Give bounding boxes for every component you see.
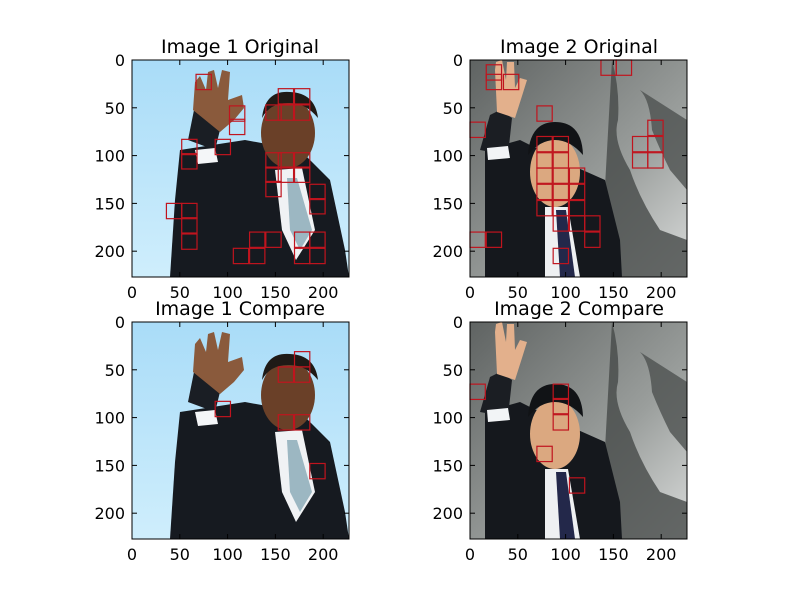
x-tick-label: 150 (260, 545, 291, 564)
photo-abe (470, 322, 687, 539)
x-tick-label: 0 (465, 283, 475, 302)
figure: Image 1 Original 0 50 100 150 200 0 50 100 150 2… (94, 36, 688, 564)
y-tick-label: 100 (432, 147, 463, 166)
x-tick-label: 150 (598, 545, 629, 564)
panel-title: Image 2 Compare (494, 298, 664, 320)
y-tick-label: 150 (432, 194, 463, 213)
y-tick-label: 50 (105, 99, 125, 118)
x-tick-label: 100 (550, 545, 581, 564)
y-tick-label: 200 (432, 242, 463, 261)
y-tick-label: 100 (94, 409, 125, 428)
photo-obama (132, 322, 349, 539)
y-tick-label: 150 (94, 194, 125, 213)
panel-image-2-original: Image 2 Original 0 50 100 150 200 0501001502… (432, 36, 688, 302)
y-tick-label: 0 (115, 51, 125, 70)
y-tick-label: 200 (94, 242, 125, 261)
panel-title: Image 2 Original (500, 36, 658, 58)
y-tick-label: 150 (432, 456, 463, 475)
y-tick-label: 50 (105, 361, 125, 380)
panel-image-2-compare: Image 2 Compare 0 50 100 150 200 0 50 100 150 20… (432, 298, 688, 564)
panel-title: Image 1 Compare (155, 298, 325, 320)
panel-image-1-compare: Image 1 Compare 0 50 100 150 200 0 50 100 150 20… (94, 298, 350, 564)
x-tick-label: 200 (308, 545, 339, 564)
x-tick-label: 100 (212, 545, 243, 564)
y-tick-label: 50 (443, 361, 463, 380)
x-tick-label: 0 (465, 545, 475, 564)
photo-obama (132, 60, 349, 277)
y-tick-label: 100 (94, 147, 125, 166)
y-tick-label: 150 (94, 456, 125, 475)
x-tick-label: 50 (170, 545, 190, 564)
x-tick-label: 200 (646, 545, 677, 564)
y-tick-label: 50 (443, 99, 463, 118)
x-tick-label: 0 (127, 545, 137, 564)
x-tick-label: 0 (127, 283, 137, 302)
y-tick-label: 0 (115, 313, 125, 332)
x-tick-label: 50 (508, 545, 528, 564)
panel-image-1-original: Image 1 Original 0 50 100 150 200 0501001502… (94, 36, 350, 302)
panel-title: Image 1 Original (161, 36, 319, 58)
y-tick-label: 0 (453, 313, 463, 332)
y-tick-label: 0 (453, 51, 463, 70)
y-tick-label: 200 (432, 504, 463, 523)
y-tick-label: 100 (432, 409, 463, 428)
y-tick-label: 200 (94, 504, 125, 523)
